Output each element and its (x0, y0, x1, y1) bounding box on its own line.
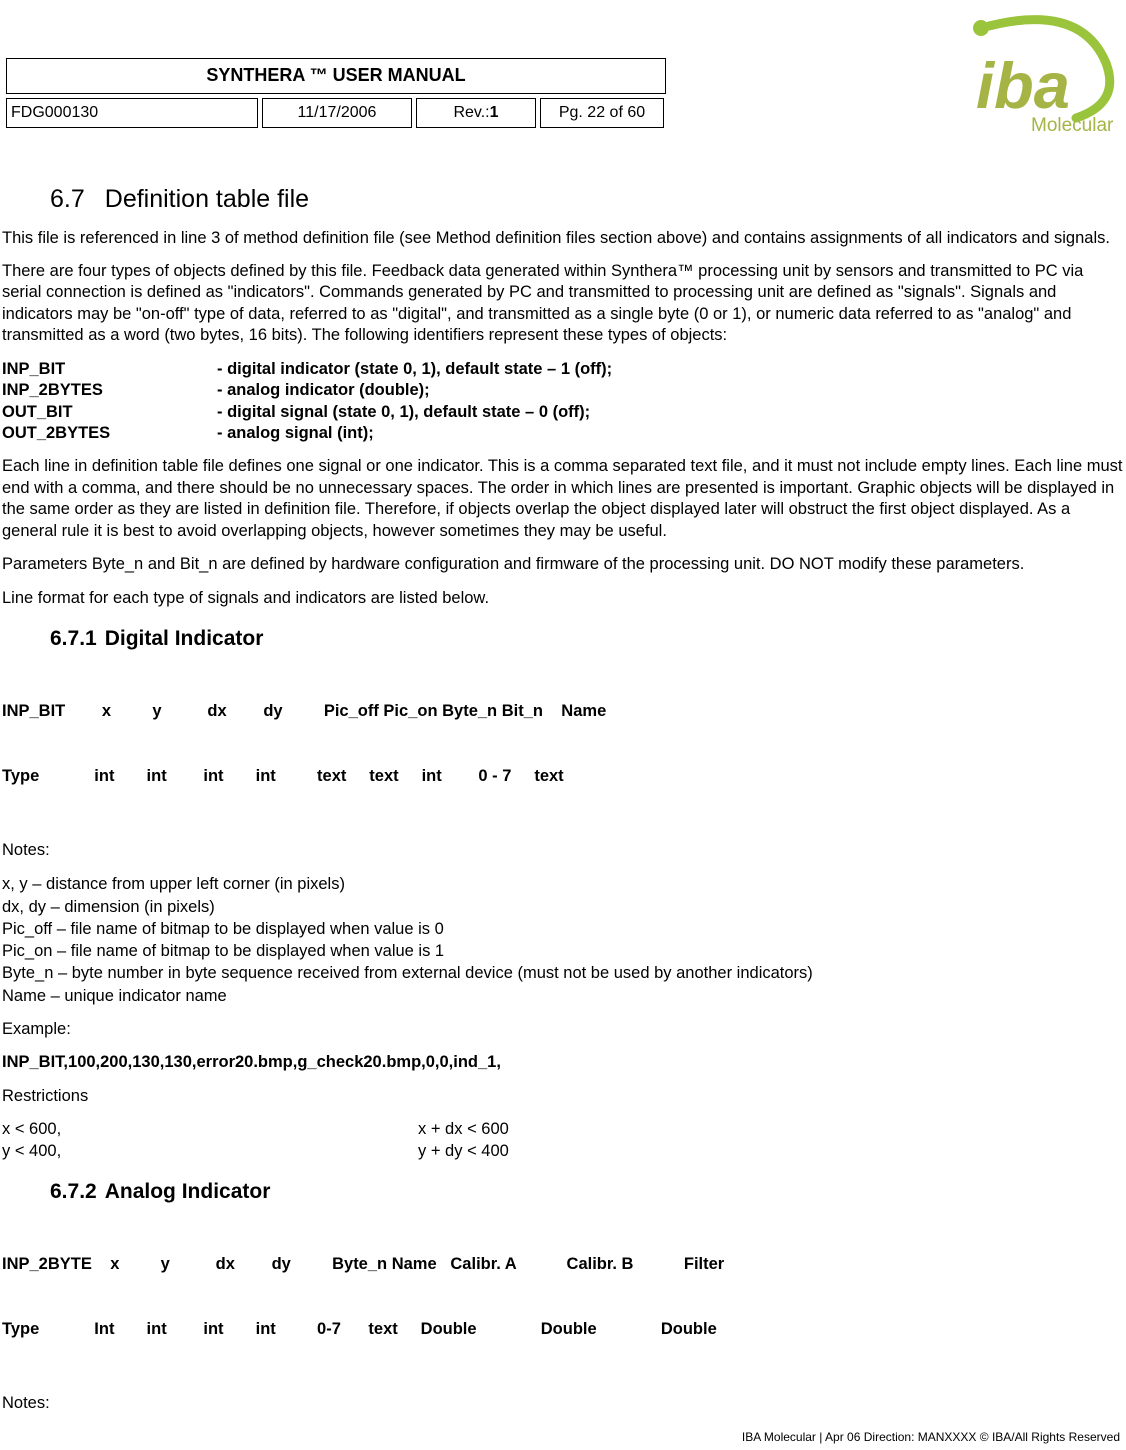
doc-revision: Rev.: 1 (416, 98, 536, 128)
example-line: INP_BIT,100,200,130,130,error20.bmp,g_ch… (2, 1052, 1124, 1073)
digital-indicator-columns: INP_BIT x y dx dy Pic_off Pic_on Byte_n … (2, 658, 1124, 830)
restrict-a: x < 600, (2, 1119, 418, 1140)
document-header: SYNTHERA ™ USER MANUAL FDG000130 11/17/2… (6, 58, 666, 128)
subsection-title: Analog Indicator (105, 1180, 271, 1203)
def-key: OUT_2BYTES (2, 423, 217, 444)
subsection-heading: 6.7.1 Digital Indicator (50, 625, 1124, 652)
def-val: - digital indicator (state 0, 1), defaul… (217, 359, 612, 380)
identifier-definitions: INP_BIT- digital indicator (state 0, 1),… (2, 359, 1124, 445)
subsection-number: 6.7.2 (50, 1180, 97, 1203)
svg-text:iba: iba (976, 49, 1070, 122)
notes-label: Notes: (2, 840, 1124, 861)
restrict-a: y < 400, (2, 1141, 418, 1162)
notes-label: Notes: (2, 1393, 1124, 1414)
example-label: Example: (2, 1019, 1124, 1040)
svg-text:Molecular: Molecular (1031, 115, 1114, 136)
para-format: Each line in definition table file defin… (2, 456, 1124, 542)
def-key: OUT_BIT (2, 402, 217, 423)
def-val: - analog indicator (double); (217, 380, 430, 401)
para-lineformat: Line format for each type of signals and… (2, 588, 1124, 609)
note-line: Name – unique indicator name (2, 985, 1124, 1007)
restrict-b: y + dy < 400 (418, 1141, 509, 1162)
note-line: x, y – distance from upper left corner (… (2, 873, 1124, 895)
table-type-row: Type int int int int text text int 0 - 7… (2, 766, 1124, 787)
table-header-row: INP_BIT x y dx dy Pic_off Pic_on Byte_n … (2, 701, 1124, 722)
def-val: - digital signal (state 0, 1), default s… (217, 402, 590, 423)
page-footer: IBA Molecular | Apr 06 Direction: MANXXX… (742, 1430, 1120, 1446)
section-heading: 6.7 Definition table file (50, 183, 1124, 216)
analog-indicator-columns: INP_2BYTE x y dx dy Byte_n Name Calibr. … (2, 1211, 1124, 1383)
table-header-row: INP_2BYTE x y dx dy Byte_n Name Calibr. … (2, 1254, 1124, 1275)
doc-date: 11/17/2006 (262, 98, 412, 128)
def-key: INP_BIT (2, 359, 217, 380)
subsection-title: Digital Indicator (105, 627, 264, 650)
subsection-number: 6.7.1 (50, 627, 97, 650)
note-line: dx, dy – dimension (in pixels) (2, 896, 1124, 918)
doc-id: FDG000130 (6, 98, 258, 128)
section-title: Definition table file (105, 185, 309, 213)
doc-page: Pg. 22 of 60 (540, 98, 664, 128)
para-types: There are four types of objects defined … (2, 261, 1124, 347)
para-intro: This file is referenced in line 3 of met… (2, 228, 1124, 249)
section-number: 6.7 (50, 185, 85, 213)
note-line: Pic_off – file name of bitmap to be disp… (2, 918, 1124, 940)
def-key: INP_2BYTES (2, 380, 217, 401)
def-val: - analog signal (int); (217, 423, 374, 444)
note-line: Pic_on – file name of bitmap to be displ… (2, 940, 1124, 962)
doc-title: SYNTHERA ™ USER MANUAL (6, 58, 666, 94)
para-params: Parameters Byte_n and Bit_n are defined … (2, 554, 1124, 575)
restrict-b: x + dx < 600 (418, 1119, 509, 1140)
iba-logo: iba Molecular (931, 8, 1126, 144)
notes-block: x, y – distance from upper left corner (… (2, 873, 1124, 1007)
table-type-row: Type Int int int int 0-7 text Double Dou… (2, 1319, 1124, 1340)
subsection-heading: 6.7.2 Analog Indicator (50, 1178, 1124, 1205)
note-line: Byte_n – byte number in byte sequence re… (2, 962, 1124, 984)
rev-value: 1 (490, 103, 499, 124)
rev-label: Rev.: (453, 103, 489, 124)
restrictions-label: Restrictions (2, 1086, 1124, 1107)
restrictions-block: x < 600,x + dx < 600 y < 400,y + dy < 40… (2, 1119, 1124, 1162)
